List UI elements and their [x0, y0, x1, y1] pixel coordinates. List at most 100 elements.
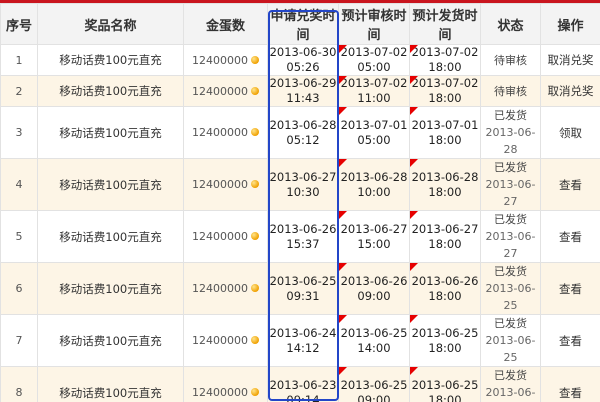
header-prize-name: 奖品名称: [37, 3, 184, 45]
cell-review-time: 2013-06-28 10:00: [338, 158, 410, 211]
apply-clock: 05:26: [286, 60, 320, 74]
table-row: 8 移动话费100元直充 12400000 2013-06-23 09:14 2013-0…: [0, 366, 600, 402]
status-label: 已发货: [494, 161, 527, 174]
cell-seq: 3: [0, 106, 38, 159]
table-row: 1 移动话费100元直充 12400000 2013-06-30 05:26 2013-0…: [0, 44, 600, 76]
ship-clock: 18:00: [428, 91, 462, 105]
gold-coin-icon: [251, 388, 259, 396]
cell-apply-time: 2013-06-23 09:14: [267, 366, 339, 402]
cell-apply-time: 2013-06-27 10:30: [267, 158, 339, 211]
cell-seq: 8: [0, 366, 38, 402]
header-eggs: 金蛋数: [183, 3, 268, 45]
red-corner-flag-icon: [410, 211, 418, 219]
action-link[interactable]: 查看: [559, 334, 582, 348]
cell-action: 查看: [540, 158, 600, 211]
red-corner-flag-icon: [339, 159, 347, 167]
status-label: 待审核: [494, 53, 527, 67]
ship-date: 2013-06-28: [411, 169, 479, 184]
review-date: 2013-06-28: [340, 169, 408, 184]
red-corner-flag-icon: [339, 263, 347, 271]
cell-prize-name: 移动话费100元直充: [37, 314, 184, 367]
cell-seq: 2: [0, 75, 38, 107]
review-date: 2013-07-01: [340, 117, 408, 132]
ship-clock: 18:00: [428, 132, 462, 147]
cell-ship-time: 2013-06-25 18:00: [409, 314, 481, 367]
egg-count: 12400000: [192, 230, 248, 243]
ship-date: 2013-06-27: [411, 221, 479, 236]
egg-count: 12400000: [192, 334, 248, 347]
action-link[interactable]: 查看: [559, 178, 582, 192]
red-corner-flag-icon: [339, 76, 347, 84]
header-status: 状态: [480, 3, 541, 45]
cell-review-time: 2013-06-26 09:00: [338, 262, 410, 315]
action-link[interactable]: 取消兑奖: [548, 53, 594, 67]
ship-date: 2013-07-02: [411, 45, 479, 59]
cell-ship-time: 2013-06-26 18:00: [409, 262, 481, 315]
review-date: 2013-06-26: [340, 273, 408, 288]
header-action: 操作: [540, 3, 600, 45]
apply-date: 2013-06-23: [269, 377, 337, 392]
cell-status: 已发货 2013-06-27: [480, 210, 541, 263]
apply-clock: 05:12: [286, 132, 320, 147]
cell-status: 已发货 2013-06-27: [480, 158, 541, 211]
table-row: 2 移动话费100元直充 12400000 2013-06-29 11:43 2013-0…: [0, 75, 600, 107]
review-date: 2013-06-27: [340, 221, 408, 236]
egg-count: 12400000: [192, 386, 248, 399]
review-clock: 15:00: [357, 236, 391, 251]
red-corner-flag-icon: [339, 107, 347, 115]
apply-clock: 10:30: [286, 184, 320, 199]
cell-prize-name: 移动话费100元直充: [37, 158, 184, 211]
cell-seq: 1: [0, 44, 38, 76]
cell-eggs: 12400000: [183, 44, 268, 76]
apply-date: 2013-06-28: [269, 117, 337, 132]
cell-seq: 5: [0, 210, 38, 263]
gold-coin-icon: [251, 336, 259, 344]
apply-date: 2013-06-29: [269, 76, 337, 90]
ship-clock: 18:00: [428, 184, 462, 199]
cell-apply-time: 2013-06-24 14:12: [267, 314, 339, 367]
status-date: 2013-06-27: [485, 230, 536, 260]
cell-eggs: 12400000: [183, 262, 268, 315]
table-row: 3 移动话费100元直充 12400000 2013-06-28 05:12 2013-0…: [0, 106, 600, 159]
action-link[interactable]: 查看: [559, 230, 582, 244]
cell-apply-time: 2013-06-28 05:12: [267, 106, 339, 159]
cell-status: 已发货 2013-06-28: [480, 106, 541, 159]
cell-status: 待审核: [480, 44, 541, 76]
apply-clock: 09:14: [286, 392, 320, 402]
apply-clock: 11:43: [286, 91, 320, 105]
red-corner-flag-icon: [339, 211, 347, 219]
cell-prize-name: 移动话费100元直充: [37, 44, 184, 76]
review-clock: 11:00: [357, 91, 391, 105]
ship-date: 2013-06-25: [411, 377, 479, 392]
red-corner-flag-icon: [410, 315, 418, 323]
cell-review-time: 2013-06-27 15:00: [338, 210, 410, 263]
cell-ship-time: 2013-07-02 18:00: [409, 75, 481, 107]
action-link[interactable]: 取消兑奖: [548, 84, 594, 98]
gold-coin-icon: [251, 128, 259, 136]
ship-date: 2013-07-01: [411, 117, 479, 132]
review-date: 2013-06-25: [340, 377, 408, 392]
review-clock: 05:00: [357, 132, 391, 147]
cell-action: 查看: [540, 314, 600, 367]
red-corner-flag-icon: [410, 107, 418, 115]
header-review-time: 预计审核时间: [338, 3, 410, 45]
red-corner-flag-icon: [410, 367, 418, 375]
egg-count: 12400000: [192, 282, 248, 295]
red-corner-flag-icon: [410, 45, 418, 53]
cell-status: 待审核: [480, 75, 541, 107]
cell-status: 已发货 2013-06-25: [480, 262, 541, 315]
cell-prize-name: 移动话费100元直充: [37, 262, 184, 315]
red-corner-flag-icon: [339, 367, 347, 375]
review-clock: 10:00: [357, 184, 391, 199]
cell-review-time: 2013-07-02 05:00: [338, 44, 410, 76]
status-label: 已发货: [494, 109, 527, 122]
action-link[interactable]: 查看: [559, 386, 582, 400]
egg-count: 12400000: [192, 53, 248, 67]
status-date: 2013-06-24: [485, 386, 536, 399]
ship-clock: 18:00: [428, 340, 462, 355]
cell-apply-time: 2013-06-30 05:26: [267, 44, 339, 76]
action-link[interactable]: 领取: [559, 126, 582, 140]
apply-date: 2013-06-24: [269, 325, 337, 340]
action-link[interactable]: 查看: [559, 282, 582, 296]
cell-ship-time: 2013-07-01 18:00: [409, 106, 481, 159]
